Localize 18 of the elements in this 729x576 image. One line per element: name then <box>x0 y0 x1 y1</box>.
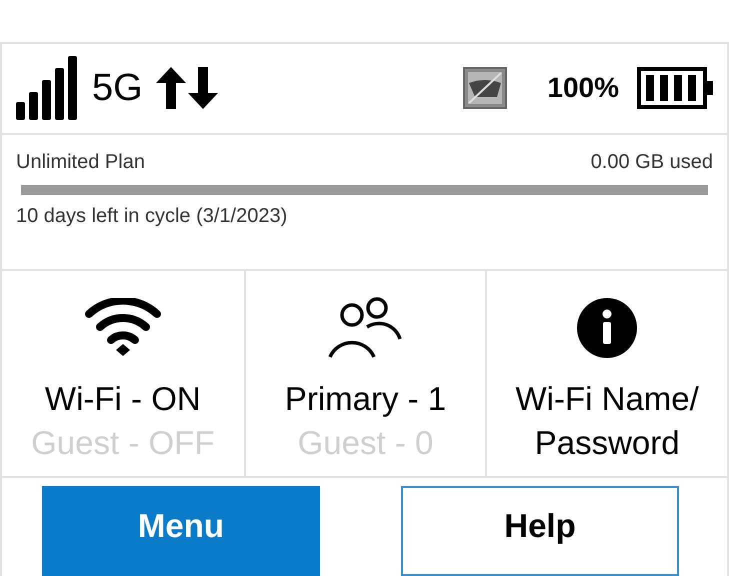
transfer-arrows-icon <box>154 67 219 110</box>
tile-sublabel: Password <box>534 423 680 464</box>
wifi-icon <box>84 298 161 358</box>
menu-button[interactable]: Menu <box>42 486 320 576</box>
plan-name: Unlimited Plan <box>16 150 145 175</box>
network-type: 5G <box>92 69 143 108</box>
tile-label: Primary - 1 <box>284 379 446 420</box>
signal-icon <box>14 56 78 120</box>
help-button[interactable]: Help <box>401 486 679 576</box>
tile-label: Wi-Fi - ON <box>44 379 201 420</box>
billing-cycle: 10 days left in cycle (3/1/2023) <box>16 204 288 229</box>
info-icon <box>576 297 638 360</box>
battery-icon <box>637 67 715 110</box>
data-usage: 0.00 GB used <box>590 150 713 175</box>
status-tile[interactable]: Wi-Fi Name/ Password <box>485 271 727 476</box>
image-icon <box>463 67 508 110</box>
tile-label: Wi-Fi Name/ <box>516 379 699 420</box>
battery-percent: 100% <box>547 74 619 102</box>
